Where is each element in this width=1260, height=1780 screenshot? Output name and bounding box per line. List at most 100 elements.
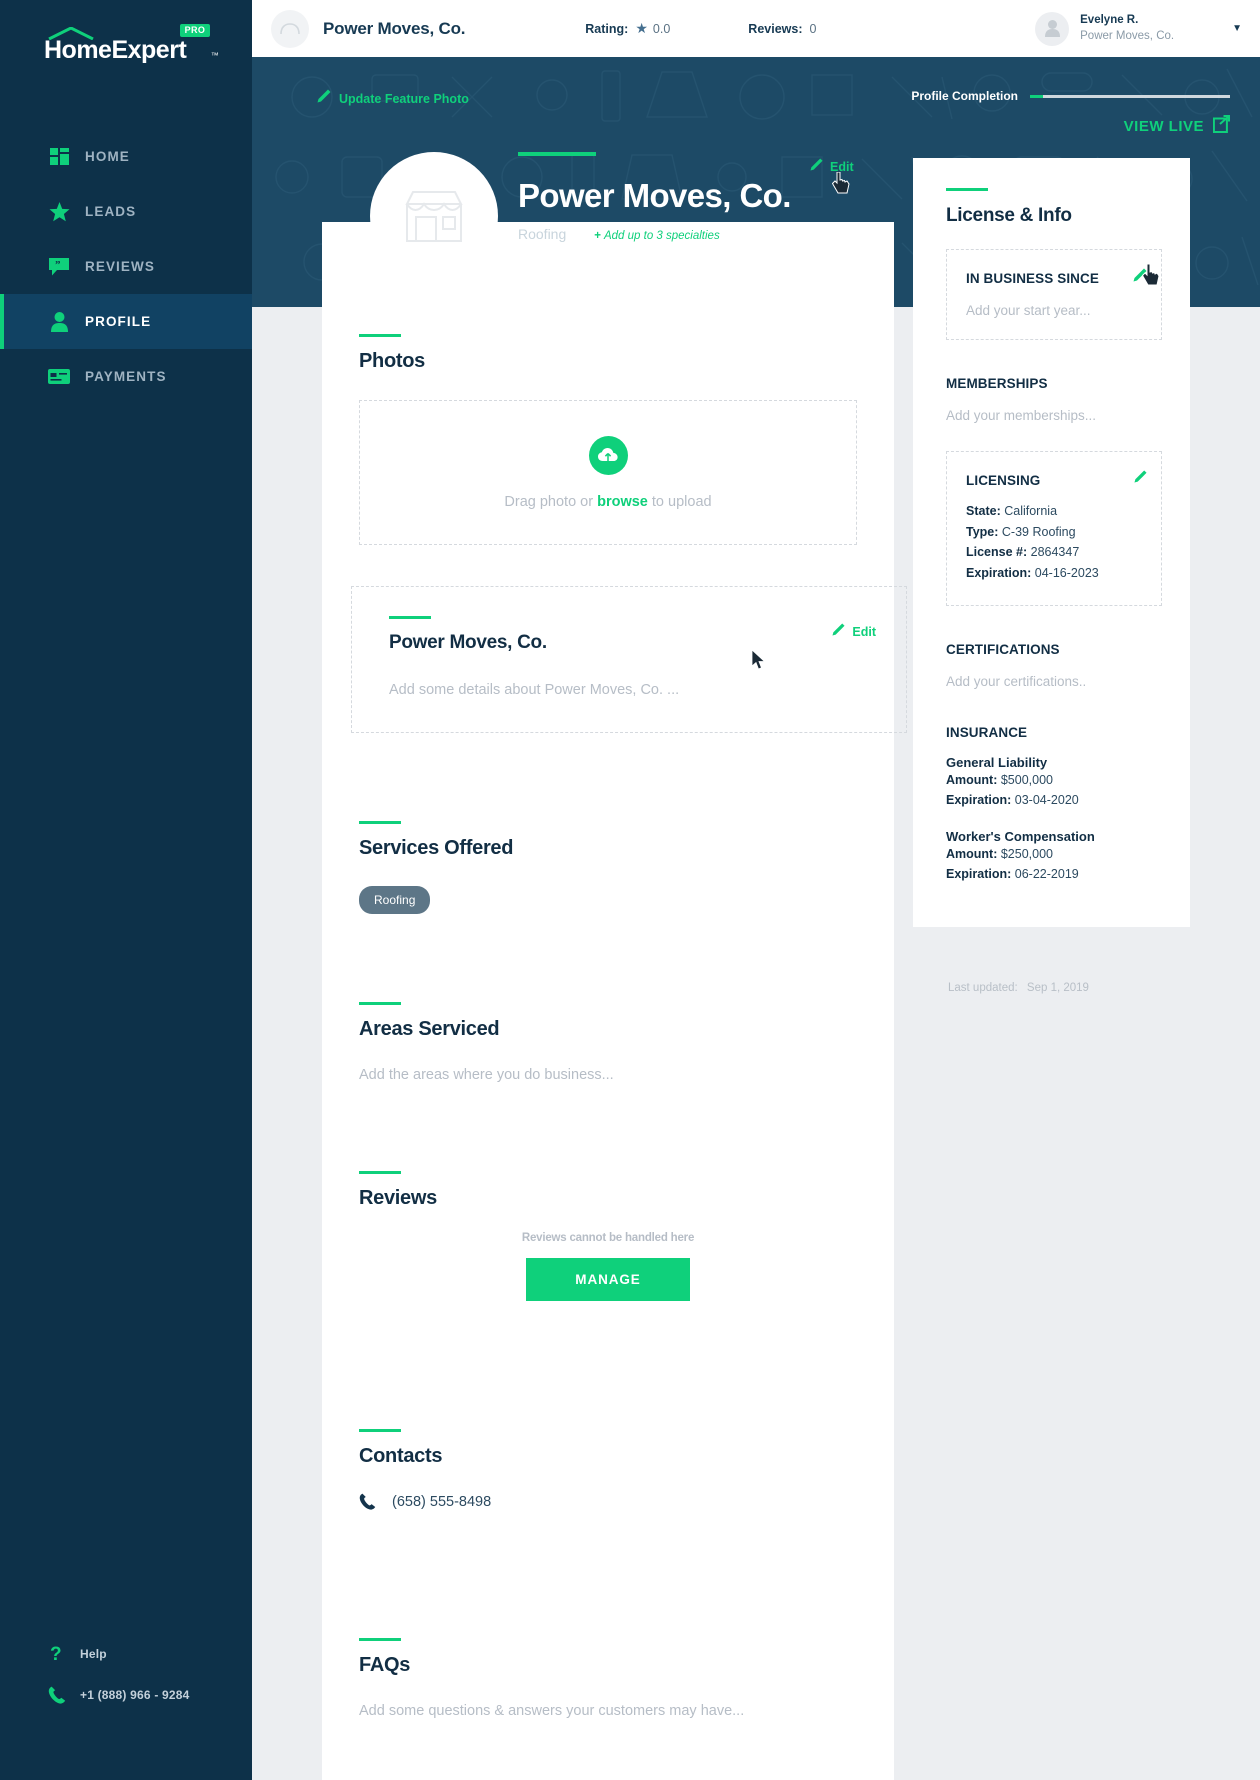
main-content-card: Photos Drag photo or browse to upload Ed… xyxy=(322,222,907,1780)
licensing-row-value: 2864347 xyxy=(1030,545,1080,560)
edit-licensing-button[interactable] xyxy=(1134,470,1147,488)
dropzone-text: Drag photo or browse to upload xyxy=(504,494,711,510)
edit-description-button[interactable]: Edit xyxy=(832,623,876,641)
description-title: Power Moves, Co. xyxy=(389,632,547,653)
licensing-row: Expiration: 04-16-2023 xyxy=(966,563,1141,584)
sidebar-item-reviews[interactable]: ” REVIEWS xyxy=(0,239,252,294)
roof-icon xyxy=(48,27,94,40)
business-avatar[interactable] xyxy=(370,152,498,280)
chevron-down-icon[interactable]: ▼ xyxy=(1232,23,1242,34)
view-live-button[interactable]: VIEW LIVE xyxy=(1124,115,1230,138)
contact-phone-row[interactable]: (658) 555-8498 xyxy=(359,1493,857,1510)
service-chip[interactable]: Roofing xyxy=(359,886,431,914)
last-updated-value: Sep 1, 2019 xyxy=(1026,982,1089,994)
sidebar: HomeExpert PRO ™ HOME LEADS ” REVIEWS PR… xyxy=(0,0,252,1780)
licensing-row-label: License #: xyxy=(966,545,1028,560)
user-menu[interactable]: Evelyne R. Power Moves, Co. ▼ xyxy=(1035,11,1260,46)
insurance-row: Expiration: 06-22-2019 xyxy=(946,864,1162,885)
question-mark-icon: ? xyxy=(46,1644,68,1664)
faqs-section: FAQs Add some questions & answers your c… xyxy=(322,1638,894,1719)
sidebar-item-home[interactable]: HOME xyxy=(0,129,252,184)
section-title-faqs: FAQs xyxy=(359,1654,411,1676)
svg-text:?: ? xyxy=(50,1644,62,1664)
help-link[interactable]: ? Help xyxy=(0,1644,252,1664)
last-updated-label: Last updated: xyxy=(948,982,1018,994)
areas-placeholder[interactable]: Add the areas where you do business... xyxy=(359,1067,857,1083)
memberships-placeholder: Add your memberships... xyxy=(946,408,1097,423)
sidebar-item-profile[interactable]: PROFILE xyxy=(0,294,252,349)
sidebar-item-label: REVIEWS xyxy=(85,259,155,274)
browse-link[interactable]: browse xyxy=(597,494,648,510)
accent-rule xyxy=(359,334,401,337)
edit-in-business-since-button[interactable] xyxy=(1133,268,1147,287)
edit-profile-header-button[interactable]: Edit xyxy=(810,158,854,176)
licensing-row-value: 04-16-2023 xyxy=(1034,565,1099,580)
update-feature-photo-label: Update Feature Photo xyxy=(339,91,469,106)
faqs-placeholder[interactable]: Add some questions & answers your custom… xyxy=(359,1703,857,1719)
profile-completion-fill xyxy=(1030,94,1043,98)
reviews-value: 0 xyxy=(809,21,817,36)
top-bar: Power Moves, Co. Rating: ★ 0.0 Reviews: … xyxy=(252,0,1260,57)
sidebar-footer: ? Help +1 (888) 966 - 9284 xyxy=(0,1644,252,1726)
manage-reviews-button[interactable]: MANAGE xyxy=(526,1258,690,1301)
licensing-row: License #: 2864347 xyxy=(966,542,1141,563)
credit-card-icon xyxy=(48,366,70,388)
add-specialties-label: Add up to 3 specialties xyxy=(603,230,720,242)
reviews-label: Reviews: xyxy=(748,21,803,36)
pro-badge: PRO xyxy=(179,24,211,37)
accent-rule xyxy=(359,1429,401,1432)
section-title-photos: Photos xyxy=(359,350,425,372)
edit-label: Edit xyxy=(852,625,876,639)
sidebar-item-leads[interactable]: LEADS xyxy=(0,184,252,239)
insurance-row: Amount: $500,000 xyxy=(946,770,1162,791)
certifications-heading: CERTIFICATIONS xyxy=(946,641,1060,657)
certifications-block[interactable]: CERTIFICATIONS Add your certifications.. xyxy=(946,642,1162,689)
company-avatar xyxy=(271,9,309,48)
insurance-block[interactable]: INSURANCE General Liability Amount: $500… xyxy=(946,725,1162,886)
rating-label: Rating: xyxy=(585,21,629,36)
sidebar-nav: HOME LEADS ” REVIEWS PROFILE PAYMENTS xyxy=(0,129,252,404)
insurance-row-value: 03-04-2020 xyxy=(1014,793,1079,808)
plus-icon: + xyxy=(594,230,601,242)
contacts-section: Contacts (658) 555-8498 xyxy=(322,1429,894,1510)
view-live-label: VIEW LIVE xyxy=(1123,118,1204,135)
insurance-row: Expiration: 03-04-2020 xyxy=(946,790,1162,811)
star-icon: ★ xyxy=(635,20,648,36)
licensing-row: State: California xyxy=(966,501,1141,522)
memberships-heading: MEMBERSHIPS xyxy=(946,376,1048,391)
reviews-note: Reviews cannot be handled here xyxy=(521,1232,695,1244)
profile-completion: Profile Completion xyxy=(911,89,1230,103)
add-specialties-button[interactable]: + Add up to 3 specialties xyxy=(594,230,719,242)
licensing-box[interactable]: LICENSING State: California Type: C-39 R… xyxy=(946,451,1162,606)
update-feature-photo-button[interactable]: Update Feature Photo xyxy=(317,89,469,108)
insurance-row-value: $500,000 xyxy=(1000,772,1053,787)
accent-rule xyxy=(946,188,988,191)
description-card[interactable]: Edit Power Moves, Co. Add some details a… xyxy=(351,586,907,733)
insurance-policy-name: General Liability xyxy=(946,754,1048,770)
sidebar-item-label: PAYMENTS xyxy=(85,369,167,384)
memberships-block[interactable]: MEMBERSHIPS Add your memberships... xyxy=(946,376,1162,423)
accent-rule xyxy=(359,1638,401,1641)
photo-dropzone[interactable]: Drag photo or browse to upload xyxy=(359,400,857,545)
svg-text:”: ” xyxy=(55,259,61,271)
support-phone-link[interactable]: +1 (888) 966 - 9284 xyxy=(0,1686,252,1704)
sidebar-item-label: PROFILE xyxy=(85,314,152,329)
page-title: Power Moves, Co. xyxy=(518,177,791,214)
in-business-since-box[interactable]: IN BUSINESS SINCE Add your start year... xyxy=(946,249,1162,340)
sidebar-item-payments[interactable]: PAYMENTS xyxy=(0,349,252,404)
licensing-row-label: Type: xyxy=(966,524,999,539)
sidebar-item-label: LEADS xyxy=(85,204,137,219)
brand-logo[interactable]: HomeExpert PRO ™ xyxy=(0,0,252,63)
person-icon xyxy=(48,311,70,333)
profile-completion-bar xyxy=(1030,94,1230,98)
licensing-row: Type: C-39 Roofing xyxy=(966,522,1141,543)
phone-icon xyxy=(359,1493,381,1510)
licensing-row-label: Expiration: xyxy=(966,565,1032,580)
licensing-row-value: California xyxy=(1004,504,1058,518)
insurance-row-value: 06-22-2019 xyxy=(1014,867,1079,882)
phone-icon xyxy=(46,1686,68,1704)
